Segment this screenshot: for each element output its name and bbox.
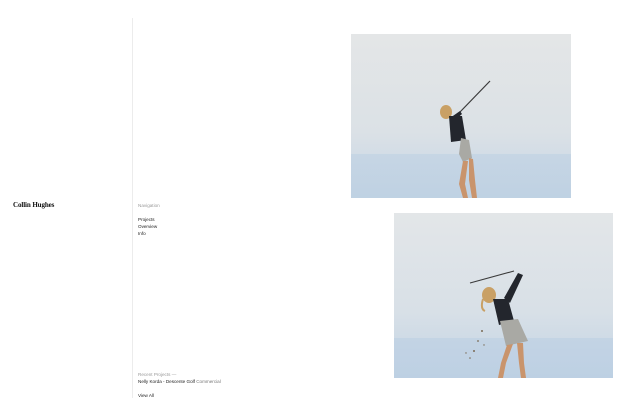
golfer-swing-divot-image — [394, 213, 613, 378]
project-photo-follow-through[interactable] — [351, 34, 571, 198]
sidebar-divider — [132, 18, 133, 398]
navigation-heading: Navigation — [138, 203, 160, 208]
recent-projects-heading: Recent Projects — — [138, 372, 177, 377]
navigation-menu: Projects Overview Info — [138, 216, 157, 237]
golfer-follow-through-image — [351, 34, 571, 198]
nav-item-projects[interactable]: Projects — [138, 216, 157, 223]
site-logo[interactable]: Collin Hughes — [13, 201, 54, 209]
nav-item-info[interactable]: Info — [138, 230, 157, 237]
recent-project-title: Nelly Korda - Descente Golf — [138, 379, 195, 384]
nav-item-overview[interactable]: Overview — [138, 223, 157, 230]
recent-project-link[interactable]: Nelly Korda - Descente Golf Commercial — [138, 379, 221, 384]
recent-project-category: Commercial — [196, 379, 221, 384]
project-photo-swing[interactable] — [394, 213, 613, 378]
view-all-link[interactable]: View All — [138, 393, 154, 398]
